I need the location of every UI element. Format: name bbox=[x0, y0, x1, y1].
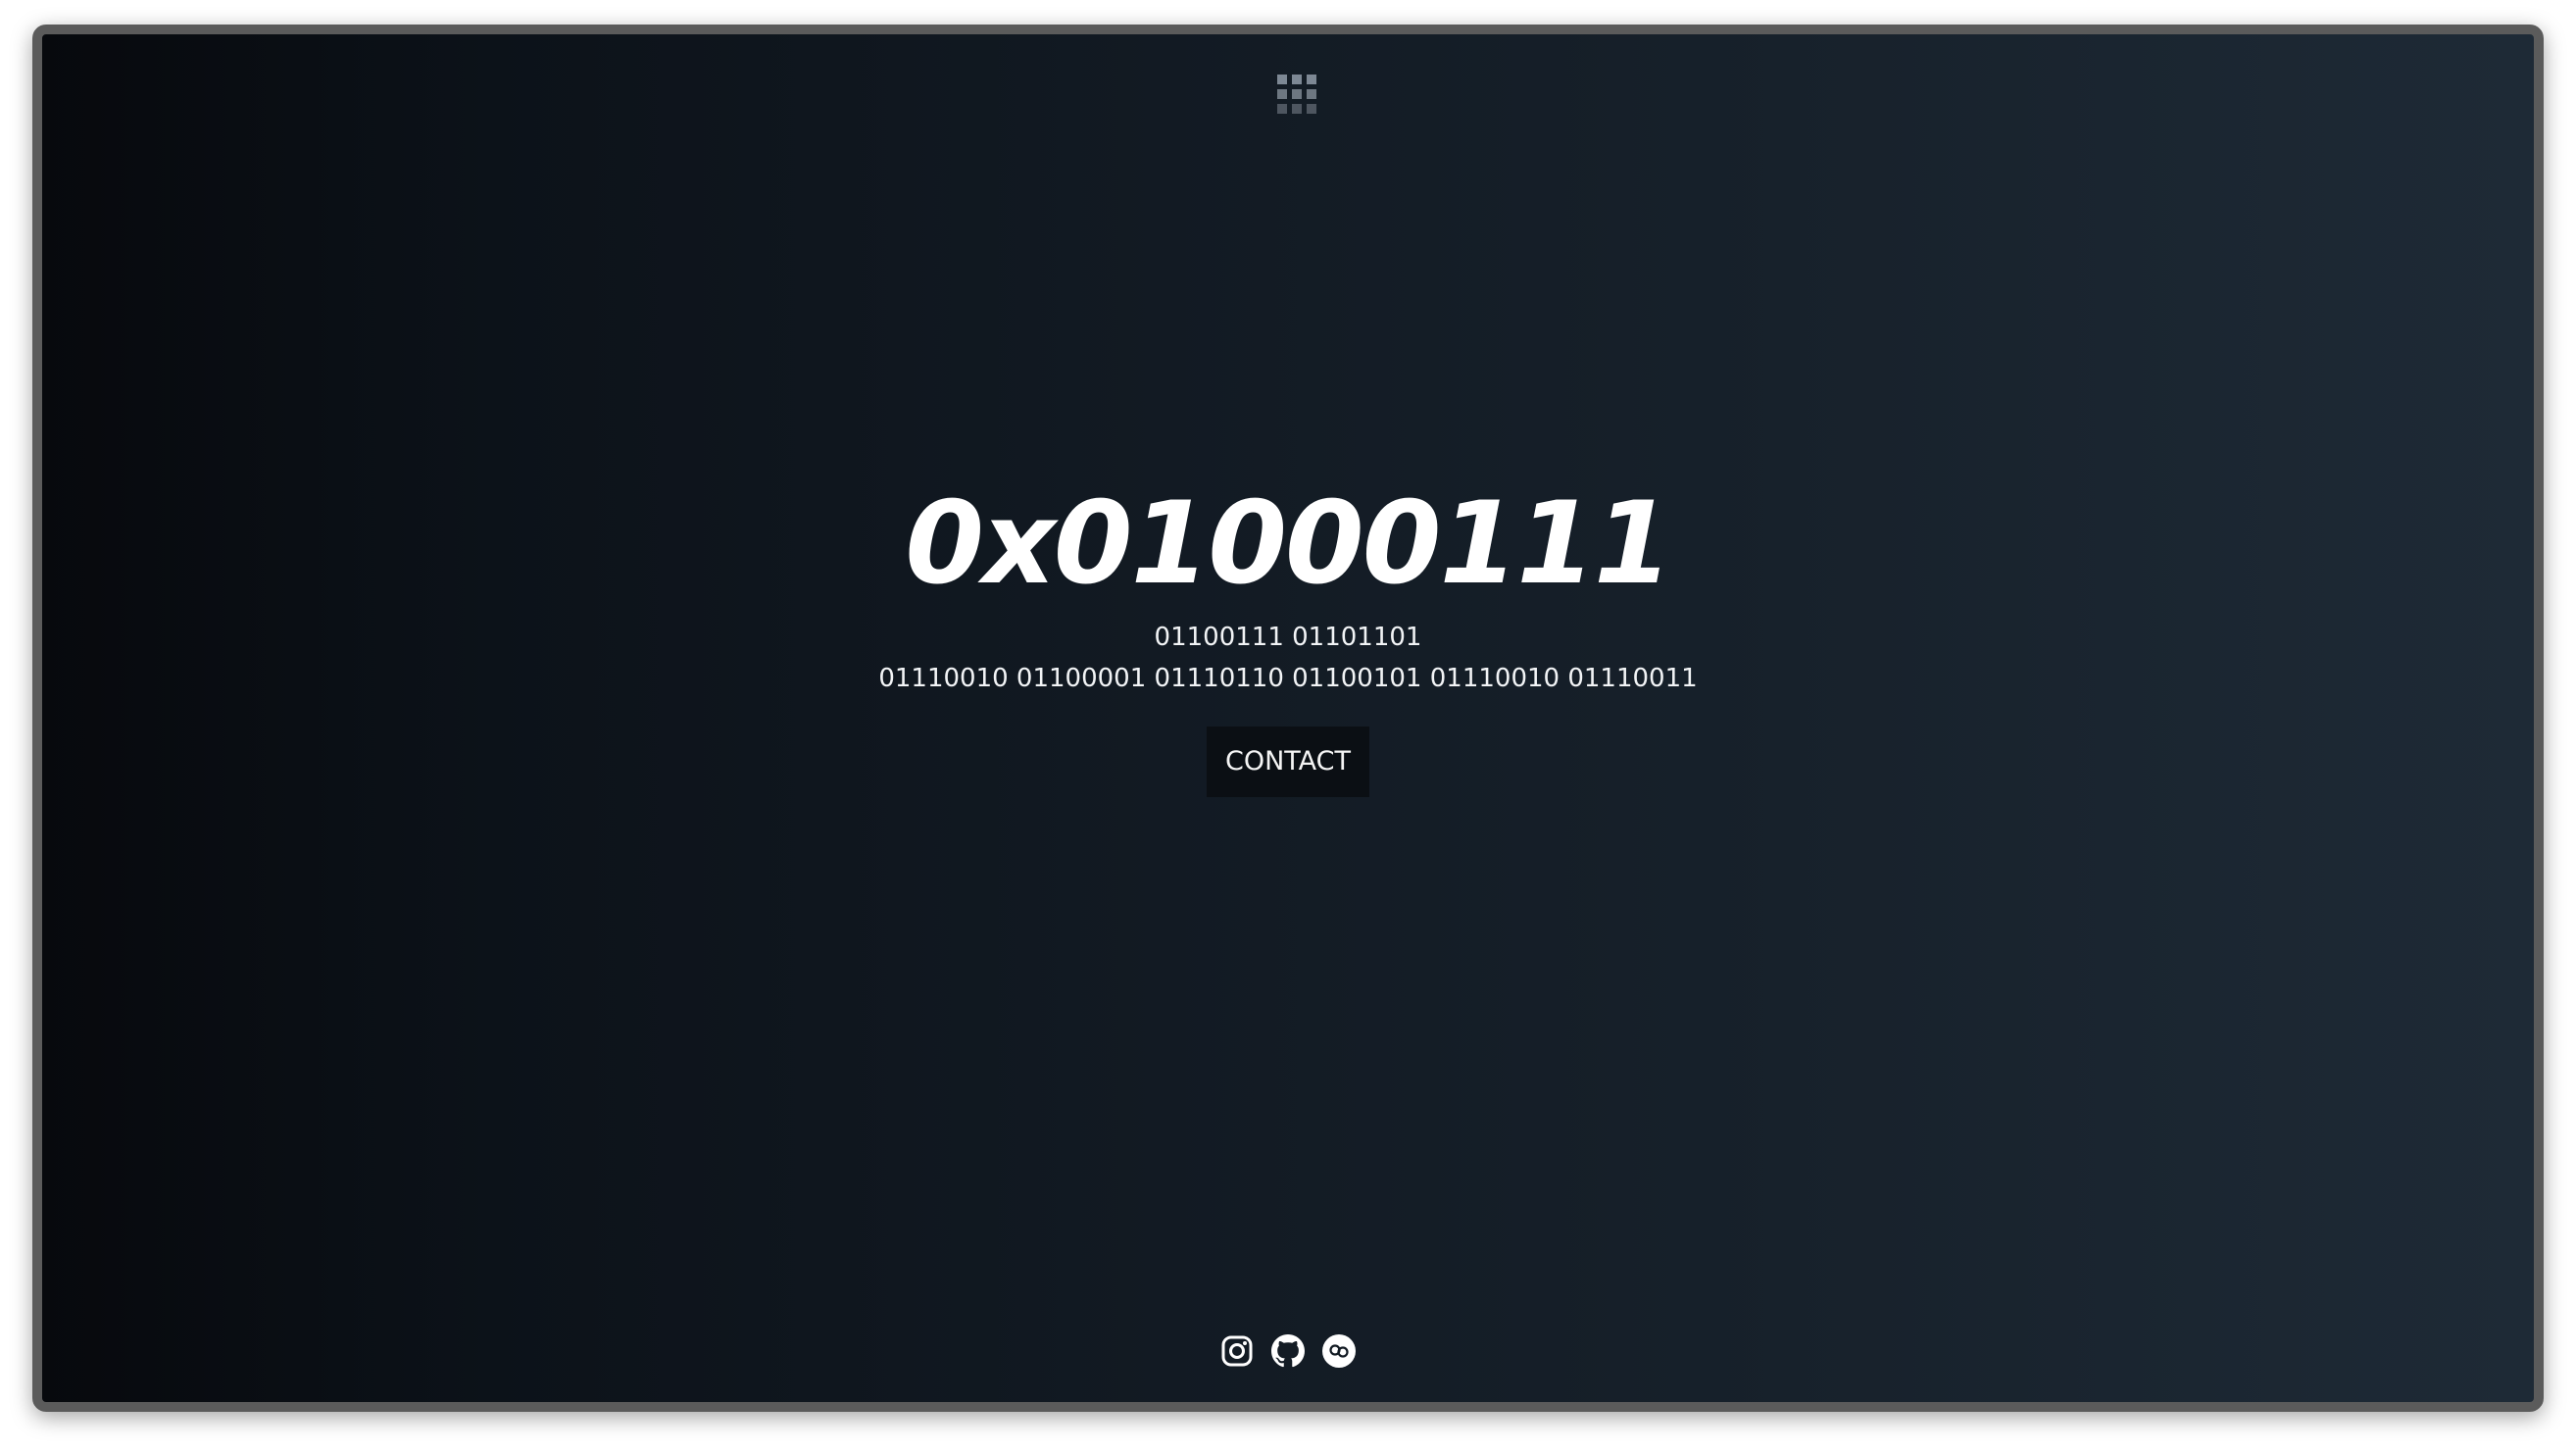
grid-menu-icon[interactable] bbox=[1276, 74, 1317, 115]
linktree-icon[interactable] bbox=[1321, 1333, 1357, 1369]
contact-button[interactable]: CONTACT bbox=[1206, 727, 1370, 797]
browser-window: 0x01000111 01100111 01101101 01110010 01… bbox=[32, 25, 2544, 1412]
binary-subtitle: 01100111 01101101 01110010 01100001 0111… bbox=[42, 617, 2534, 699]
github-icon[interactable] bbox=[1270, 1333, 1306, 1369]
binary-line-1: 01100111 01101101 bbox=[1154, 623, 1422, 652]
social-links bbox=[42, 1333, 2534, 1369]
page-title: 0x01000111 bbox=[905, 477, 1672, 610]
instagram-icon[interactable] bbox=[1219, 1333, 1255, 1369]
binary-line-2: 01110010 01100001 01110110 01100101 0111… bbox=[878, 664, 1698, 693]
hero-section: 0x01000111 01100111 01101101 01110010 01… bbox=[42, 476, 2534, 797]
